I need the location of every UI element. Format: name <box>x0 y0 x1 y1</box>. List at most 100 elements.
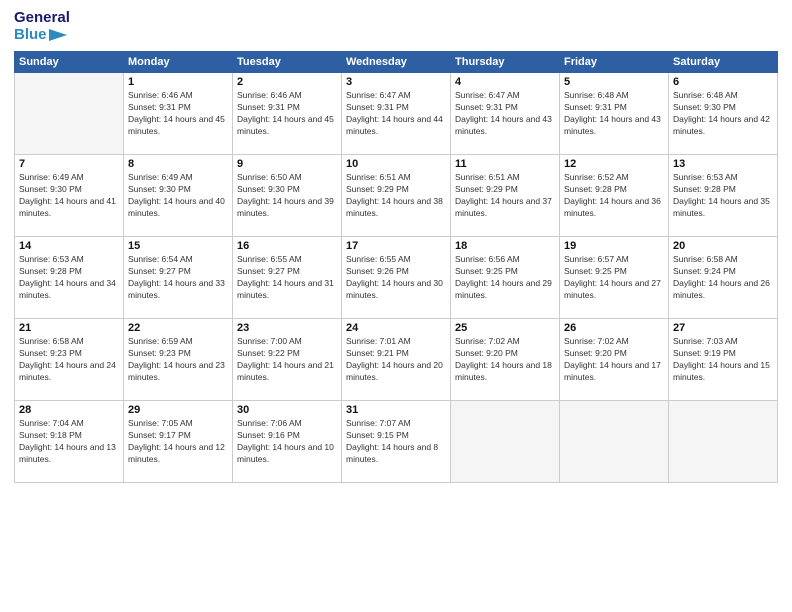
day-number: 2 <box>237 76 337 88</box>
day-number: 21 <box>19 322 119 334</box>
cell-info: Sunrise: 6:51 AMSunset: 9:29 PMDaylight:… <box>455 172 555 220</box>
day-number: 25 <box>455 322 555 334</box>
day-header-thursday: Thursday <box>451 52 560 73</box>
calendar-cell <box>560 401 669 483</box>
cell-info: Sunrise: 6:55 AMSunset: 9:27 PMDaylight:… <box>237 254 337 302</box>
week-row-0: 1 Sunrise: 6:46 AMSunset: 9:31 PMDaylight… <box>15 73 778 155</box>
day-number: 5 <box>564 76 664 88</box>
calendar-cell: 21 Sunrise: 6:58 AMSunset: 9:23 PMDayligh… <box>15 319 124 401</box>
day-number: 18 <box>455 240 555 252</box>
week-row-1: 7Sunrise: 6:49 AMSunset: 9:30 PMDaylight… <box>15 155 778 237</box>
day-number: 31 <box>346 404 446 416</box>
day-number: 22 <box>128 322 228 334</box>
calendar-cell <box>451 401 560 483</box>
cell-info: Sunrise: 6:54 AMSunset: 9:27 PMDaylight:… <box>128 254 228 302</box>
day-number: 1 <box>128 76 228 88</box>
cell-info: Sunrise: 6:58 AMSunset: 9:23 PMDaylight:… <box>19 336 119 384</box>
calendar-cell: 17 Sunrise: 6:55 AMSunset: 9:26 PMDayligh… <box>342 237 451 319</box>
cell-info: Sunrise: 7:03 AMSunset: 9:19 PMDaylight:… <box>673 336 773 384</box>
calendar-cell: 20Sunrise: 6:58 AMSunset: 9:24 PMDayligh… <box>669 237 778 319</box>
day-header-tuesday: Tuesday <box>233 52 342 73</box>
cell-info: Sunrise: 6:50 AMSunset: 9:30 PMDaylight:… <box>237 172 337 220</box>
calendar-cell: 27 Sunrise: 7:03 AMSunset: 9:19 PMDayligh… <box>669 319 778 401</box>
calendar-cell: 9 Sunrise: 6:50 AMSunset: 9:30 PMDaylight… <box>233 155 342 237</box>
calendar-cell: 13 Sunrise: 6:53 AMSunset: 9:28 PMDayligh… <box>669 155 778 237</box>
cell-info: Sunrise: 7:01 AMSunset: 9:21 PMDaylight:… <box>346 336 446 384</box>
calendar-cell: 30Sunrise: 7:06 AMSunset: 9:16 PMDayligh… <box>233 401 342 483</box>
day-number: 9 <box>237 158 337 170</box>
calendar-cell: 19 Sunrise: 6:57 AMSunset: 9:25 PMDayligh… <box>560 237 669 319</box>
cell-info: Sunrise: 6:56 AMSunset: 9:25 PMDaylight:… <box>455 254 555 302</box>
week-row-2: 14Sunrise: 6:53 AMSunset: 9:28 PMDayligh… <box>15 237 778 319</box>
day-number: 15 <box>128 240 228 252</box>
calendar-body: 1 Sunrise: 6:46 AMSunset: 9:31 PMDaylight… <box>15 73 778 483</box>
day-header-friday: Friday <box>560 52 669 73</box>
day-number: 29 <box>128 404 228 416</box>
day-number: 16 <box>237 240 337 252</box>
cell-info: Sunrise: 6:46 AMSunset: 9:31 PMDaylight:… <box>128 90 228 138</box>
cell-info: Sunrise: 6:53 AMSunset: 9:28 PMDaylight:… <box>673 172 773 220</box>
cell-info: Sunrise: 7:07 AMSunset: 9:15 PMDaylight:… <box>346 418 446 466</box>
day-number: 26 <box>564 322 664 334</box>
day-number: 30 <box>237 404 337 416</box>
page-container: General Blue SundayMondayTuesdayWednesda… <box>0 0 792 612</box>
day-number: 6 <box>673 76 773 88</box>
cell-info: Sunrise: 6:46 AMSunset: 9:31 PMDaylight:… <box>237 90 337 138</box>
calendar-cell: 15 Sunrise: 6:54 AMSunset: 9:27 PMDayligh… <box>124 237 233 319</box>
cell-info: Sunrise: 6:57 AMSunset: 9:25 PMDaylight:… <box>564 254 664 302</box>
calendar-cell: 31 Sunrise: 7:07 AMSunset: 9:15 PMDayligh… <box>342 401 451 483</box>
calendar-cell: 2 Sunrise: 6:46 AMSunset: 9:31 PMDaylight… <box>233 73 342 155</box>
day-number: 12 <box>564 158 664 170</box>
cell-info: Sunrise: 6:58 AMSunset: 9:24 PMDaylight:… <box>673 254 773 302</box>
calendar-cell: 4 Sunrise: 6:47 AMSunset: 9:31 PMDaylight… <box>451 73 560 155</box>
cell-info: Sunrise: 6:49 AMSunset: 9:30 PMDaylight:… <box>128 172 228 220</box>
day-number: 13 <box>673 158 773 170</box>
day-header-sunday: Sunday <box>15 52 124 73</box>
calendar-table: SundayMondayTuesdayWednesdayThursdayFrid… <box>14 51 778 483</box>
cell-info: Sunrise: 6:47 AMSunset: 9:31 PMDaylight:… <box>455 90 555 138</box>
calendar-cell: 7Sunrise: 6:49 AMSunset: 9:30 PMDaylight… <box>15 155 124 237</box>
calendar-cell: 28Sunrise: 7:04 AMSunset: 9:18 PMDayligh… <box>15 401 124 483</box>
calendar-cell <box>15 73 124 155</box>
cell-info: Sunrise: 6:52 AMSunset: 9:28 PMDaylight:… <box>564 172 664 220</box>
calendar-cell: 18 Sunrise: 6:56 AMSunset: 9:25 PMDayligh… <box>451 237 560 319</box>
day-header-monday: Monday <box>124 52 233 73</box>
calendar-cell: 12 Sunrise: 6:52 AMSunset: 9:28 PMDayligh… <box>560 155 669 237</box>
cell-info: Sunrise: 7:02 AMSunset: 9:20 PMDaylight:… <box>455 336 555 384</box>
cell-info: Sunrise: 7:02 AMSunset: 9:20 PMDaylight:… <box>564 336 664 384</box>
calendar-cell: 25 Sunrise: 7:02 AMSunset: 9:20 PMDayligh… <box>451 319 560 401</box>
day-number: 11 <box>455 158 555 170</box>
day-number: 23 <box>237 322 337 334</box>
calendar-cell: 29Sunrise: 7:05 AMSunset: 9:17 PMDayligh… <box>124 401 233 483</box>
calendar-cell: 10 Sunrise: 6:51 AMSunset: 9:29 PMDayligh… <box>342 155 451 237</box>
day-header-wednesday: Wednesday <box>342 52 451 73</box>
day-number: 4 <box>455 76 555 88</box>
header-row: SundayMondayTuesdayWednesdayThursdayFrid… <box>15 52 778 73</box>
cell-info: Sunrise: 6:55 AMSunset: 9:26 PMDaylight:… <box>346 254 446 302</box>
week-row-3: 21 Sunrise: 6:58 AMSunset: 9:23 PMDayligh… <box>15 319 778 401</box>
calendar-cell: 26 Sunrise: 7:02 AMSunset: 9:20 PMDayligh… <box>560 319 669 401</box>
day-number: 28 <box>19 404 119 416</box>
cell-info: Sunrise: 7:00 AMSunset: 9:22 PMDaylight:… <box>237 336 337 384</box>
calendar-cell: 3 Sunrise: 6:47 AMSunset: 9:31 PMDaylight… <box>342 73 451 155</box>
cell-info: Sunrise: 6:59 AMSunset: 9:23 PMDaylight:… <box>128 336 228 384</box>
calendar-cell <box>669 401 778 483</box>
calendar-cell: 1 Sunrise: 6:46 AMSunset: 9:31 PMDaylight… <box>124 73 233 155</box>
day-number: 10 <box>346 158 446 170</box>
cell-info: Sunrise: 6:47 AMSunset: 9:31 PMDaylight:… <box>346 90 446 138</box>
day-number: 14 <box>19 240 119 252</box>
cell-info: Sunrise: 6:51 AMSunset: 9:29 PMDaylight:… <box>346 172 446 220</box>
logo-flag-icon <box>49 29 67 41</box>
day-number: 17 <box>346 240 446 252</box>
day-number: 24 <box>346 322 446 334</box>
calendar-cell: 24 Sunrise: 7:01 AMSunset: 9:21 PMDayligh… <box>342 319 451 401</box>
header: General Blue <box>14 10 778 43</box>
day-number: 27 <box>673 322 773 334</box>
calendar-cell: 11 Sunrise: 6:51 AMSunset: 9:29 PMDayligh… <box>451 155 560 237</box>
day-number: 3 <box>346 76 446 88</box>
calendar-cell: 23 Sunrise: 7:00 AMSunset: 9:22 PMDayligh… <box>233 319 342 401</box>
day-number: 19 <box>564 240 664 252</box>
week-row-4: 28Sunrise: 7:04 AMSunset: 9:18 PMDayligh… <box>15 401 778 483</box>
calendar-cell: 22 Sunrise: 6:59 AMSunset: 9:23 PMDayligh… <box>124 319 233 401</box>
calendar-cell: 16 Sunrise: 6:55 AMSunset: 9:27 PMDayligh… <box>233 237 342 319</box>
